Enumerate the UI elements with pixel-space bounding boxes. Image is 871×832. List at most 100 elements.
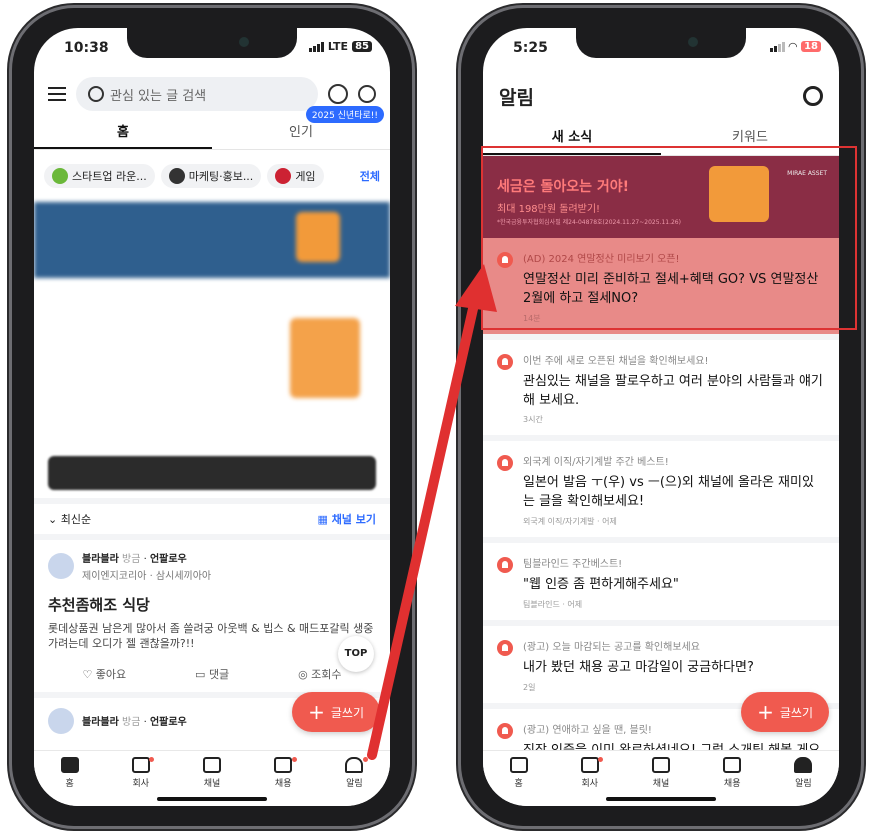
home-indicator bbox=[606, 797, 716, 801]
bell-icon bbox=[497, 252, 513, 268]
building-icon bbox=[580, 757, 599, 773]
post-card[interactable]: 블라블라 방금 · 언팔로우 제이엔지코리아 · 삼시세끼아아 추천좀해조 식당… bbox=[34, 534, 390, 692]
comment-button[interactable]: ▭ 댓글 bbox=[195, 666, 229, 682]
unfollow-button[interactable]: 언팔로우 bbox=[150, 554, 187, 565]
sort-dropdown[interactable]: ⌄ 최신순 bbox=[48, 511, 91, 527]
page-title: 알림 bbox=[499, 86, 534, 109]
chip-label: 스타트업 라운... bbox=[72, 170, 147, 183]
right-phone-frame: 5:25 ◠ 18 알림 새 소식 키워드 세금은 돌아오는 거야! 최대 19… bbox=[461, 8, 861, 826]
notification-item[interactable]: 이번 주에 새로 오픈된 채널을 확인해보세요! 관심있는 채널을 팔로우하고 … bbox=[483, 340, 839, 442]
channel-view-button[interactable]: ▦ 채널 보기 bbox=[317, 511, 376, 527]
bell-icon bbox=[345, 757, 364, 773]
alerts-tabs: 새 소식 키워드 bbox=[483, 120, 839, 156]
menu-icon[interactable] bbox=[48, 87, 66, 101]
blurred-ad-card[interactable] bbox=[34, 278, 390, 448]
new-year-badge[interactable]: 2025 신년타로!! bbox=[305, 106, 384, 123]
home-icon bbox=[60, 757, 79, 773]
new-dot bbox=[149, 757, 155, 762]
notification-item[interactable]: (AD) 2024 연말정산 미리보기 오픈! 연말정산 미리 준비하고 절세+… bbox=[483, 238, 839, 340]
search-input[interactable]: 관심 있는 글 검색 bbox=[76, 77, 318, 111]
avatar bbox=[48, 707, 74, 734]
nav-label: 회사 bbox=[581, 779, 599, 789]
profile-icon[interactable] bbox=[358, 85, 376, 103]
new-dot bbox=[598, 757, 604, 762]
wifi-icon: ◠ bbox=[788, 40, 798, 53]
post-time: 방금 bbox=[122, 717, 141, 729]
notification-message: 관심있는 채널을 팔로우하고 여러 분야의 사람들과 얘기해 보세요. bbox=[523, 373, 823, 408]
nav-home[interactable]: 홈 bbox=[34, 757, 105, 806]
brand-logo: MIRAE ASSET bbox=[787, 170, 827, 177]
channel-icon bbox=[168, 168, 185, 184]
notification-category: (AD) 2024 연말정산 미리보기 오픈! bbox=[523, 254, 680, 265]
grid-icon bbox=[652, 757, 670, 773]
home-indicator bbox=[157, 797, 267, 801]
notification-message: "웹 인증 좀 편하게해주세요" bbox=[523, 577, 679, 593]
notification-category: 이번 주에 새로 오픈된 채널을 확인해보세요! bbox=[523, 355, 709, 367]
post-body: 롯데상품권 남은게 많아서 좀 쓸려궁 아웃백 & 빕스 & 매드포갈릭 생중 … bbox=[48, 622, 374, 651]
plus-icon: + bbox=[757, 700, 774, 724]
views-label: 조회수 bbox=[311, 667, 342, 681]
write-button[interactable]: + 글쓰기 bbox=[292, 692, 380, 732]
chip-label: 마케팅·홍보... bbox=[188, 170, 254, 183]
gear-icon[interactable] bbox=[803, 86, 823, 106]
nav-label: 채용 bbox=[274, 779, 292, 789]
author-name: 블라블라 bbox=[82, 717, 119, 729]
blurred-ad-button[interactable] bbox=[48, 456, 376, 490]
chips-all-link[interactable]: 전체 bbox=[360, 168, 380, 184]
sprout-icon bbox=[52, 168, 68, 184]
bell-icon bbox=[497, 455, 513, 472]
notification-item[interactable]: 팀블라인드 주간베스트! "웹 인증 좀 편하게해주세요" 팀블라인드 · 어제 bbox=[483, 543, 839, 626]
post-time: 방금 bbox=[122, 554, 141, 565]
like-button[interactable]: ♡ 좋아요 bbox=[82, 666, 126, 682]
calendar-illustration bbox=[290, 318, 360, 398]
nav-alerts[interactable]: 알림 bbox=[768, 757, 839, 806]
channel-chips: 스타트업 라운... 마케팅·홍보... 게임 전체 bbox=[34, 150, 390, 202]
tab-home[interactable]: 홈 bbox=[34, 116, 212, 149]
banner-legal: *한국금융투자협회심사필 제24-04878호(2024.11.27~2025.… bbox=[497, 219, 681, 226]
search-placeholder: 관심 있는 글 검색 bbox=[110, 88, 207, 104]
write-label: 글쓰기 bbox=[330, 705, 364, 720]
sort-label: 최신순 bbox=[60, 513, 92, 526]
notification-category: (광고) 오늘 마감되는 공고를 확인해보세요 bbox=[523, 641, 700, 653]
notification-category: 외국계 이직/자기계발 주간 베스트! bbox=[523, 457, 669, 469]
chip-game[interactable]: 게임 bbox=[267, 164, 324, 188]
nav-home[interactable]: 홈 bbox=[483, 757, 554, 806]
comment-label: 댓글 bbox=[208, 667, 230, 681]
briefcase-icon bbox=[723, 757, 742, 773]
bell-icon bbox=[497, 557, 513, 574]
battery-icon: 85 bbox=[352, 41, 372, 52]
briefcase-icon bbox=[274, 757, 293, 773]
chip-startup[interactable]: 스타트업 라운... bbox=[44, 164, 155, 188]
write-button[interactable]: + 글쓰기 bbox=[741, 692, 829, 732]
status-icons: LTE 85 bbox=[308, 40, 372, 53]
top-bar: 관심 있는 글 검색 2025 신년타로!! bbox=[34, 72, 390, 123]
nav-label: 채용 bbox=[723, 779, 741, 789]
nav-label: 회사 bbox=[132, 779, 150, 789]
bell-icon bbox=[794, 757, 813, 773]
chip-marketing[interactable]: 마케팅·홍보... bbox=[160, 164, 262, 188]
write-label: 글쓰기 bbox=[779, 705, 813, 720]
blurred-ad-banner[interactable] bbox=[34, 202, 390, 278]
nav-label: 홈 bbox=[65, 779, 74, 789]
status-icons: ◠ 18 bbox=[769, 40, 821, 53]
right-screen: 5:25 ◠ 18 알림 새 소식 키워드 세금은 돌아오는 거야! 최대 19… bbox=[483, 28, 839, 806]
scroll-top-button[interactable]: TOP bbox=[338, 636, 374, 672]
tab-keyword[interactable]: 키워드 bbox=[661, 120, 839, 155]
notch bbox=[127, 28, 297, 58]
post-actions: ♡ 좋아요 ▭ 댓글 ◎ 조회수 bbox=[48, 666, 376, 682]
nav-alerts[interactable]: 알림 bbox=[319, 757, 390, 806]
notification-category: 팀블라인드 주간베스트! bbox=[523, 559, 623, 571]
search-icon bbox=[88, 86, 104, 102]
ad-banner[interactable]: 세금은 돌아오는 거야! 최대 198만원 돌려받기! *한국금융투자협회심사필… bbox=[483, 156, 839, 238]
new-dot bbox=[363, 757, 369, 762]
nav-label: 알림 bbox=[346, 779, 363, 789]
tab-new[interactable]: 새 소식 bbox=[483, 120, 661, 155]
nav-label: 홈 bbox=[514, 779, 523, 789]
avatar bbox=[48, 553, 74, 579]
notification-item[interactable]: 외국계 이직/자기계발 주간 베스트! 일본어 발음 ㅜ(우) vs ㅡ(으)외… bbox=[483, 441, 839, 544]
unfollow-button[interactable]: 언팔로우 bbox=[150, 717, 187, 728]
notification-message: 연말정산 미리 준비하고 절세+혜택 GO? VS 연말정산 2월에 하고 절세… bbox=[523, 272, 819, 306]
chat-icon[interactable] bbox=[328, 84, 348, 104]
notification-message: 내가 봤던 채용 공고 마감일이 궁금하다면? bbox=[523, 659, 754, 675]
author-company: 제이엔지코리아 · 삼시세끼아아 bbox=[82, 571, 212, 582]
